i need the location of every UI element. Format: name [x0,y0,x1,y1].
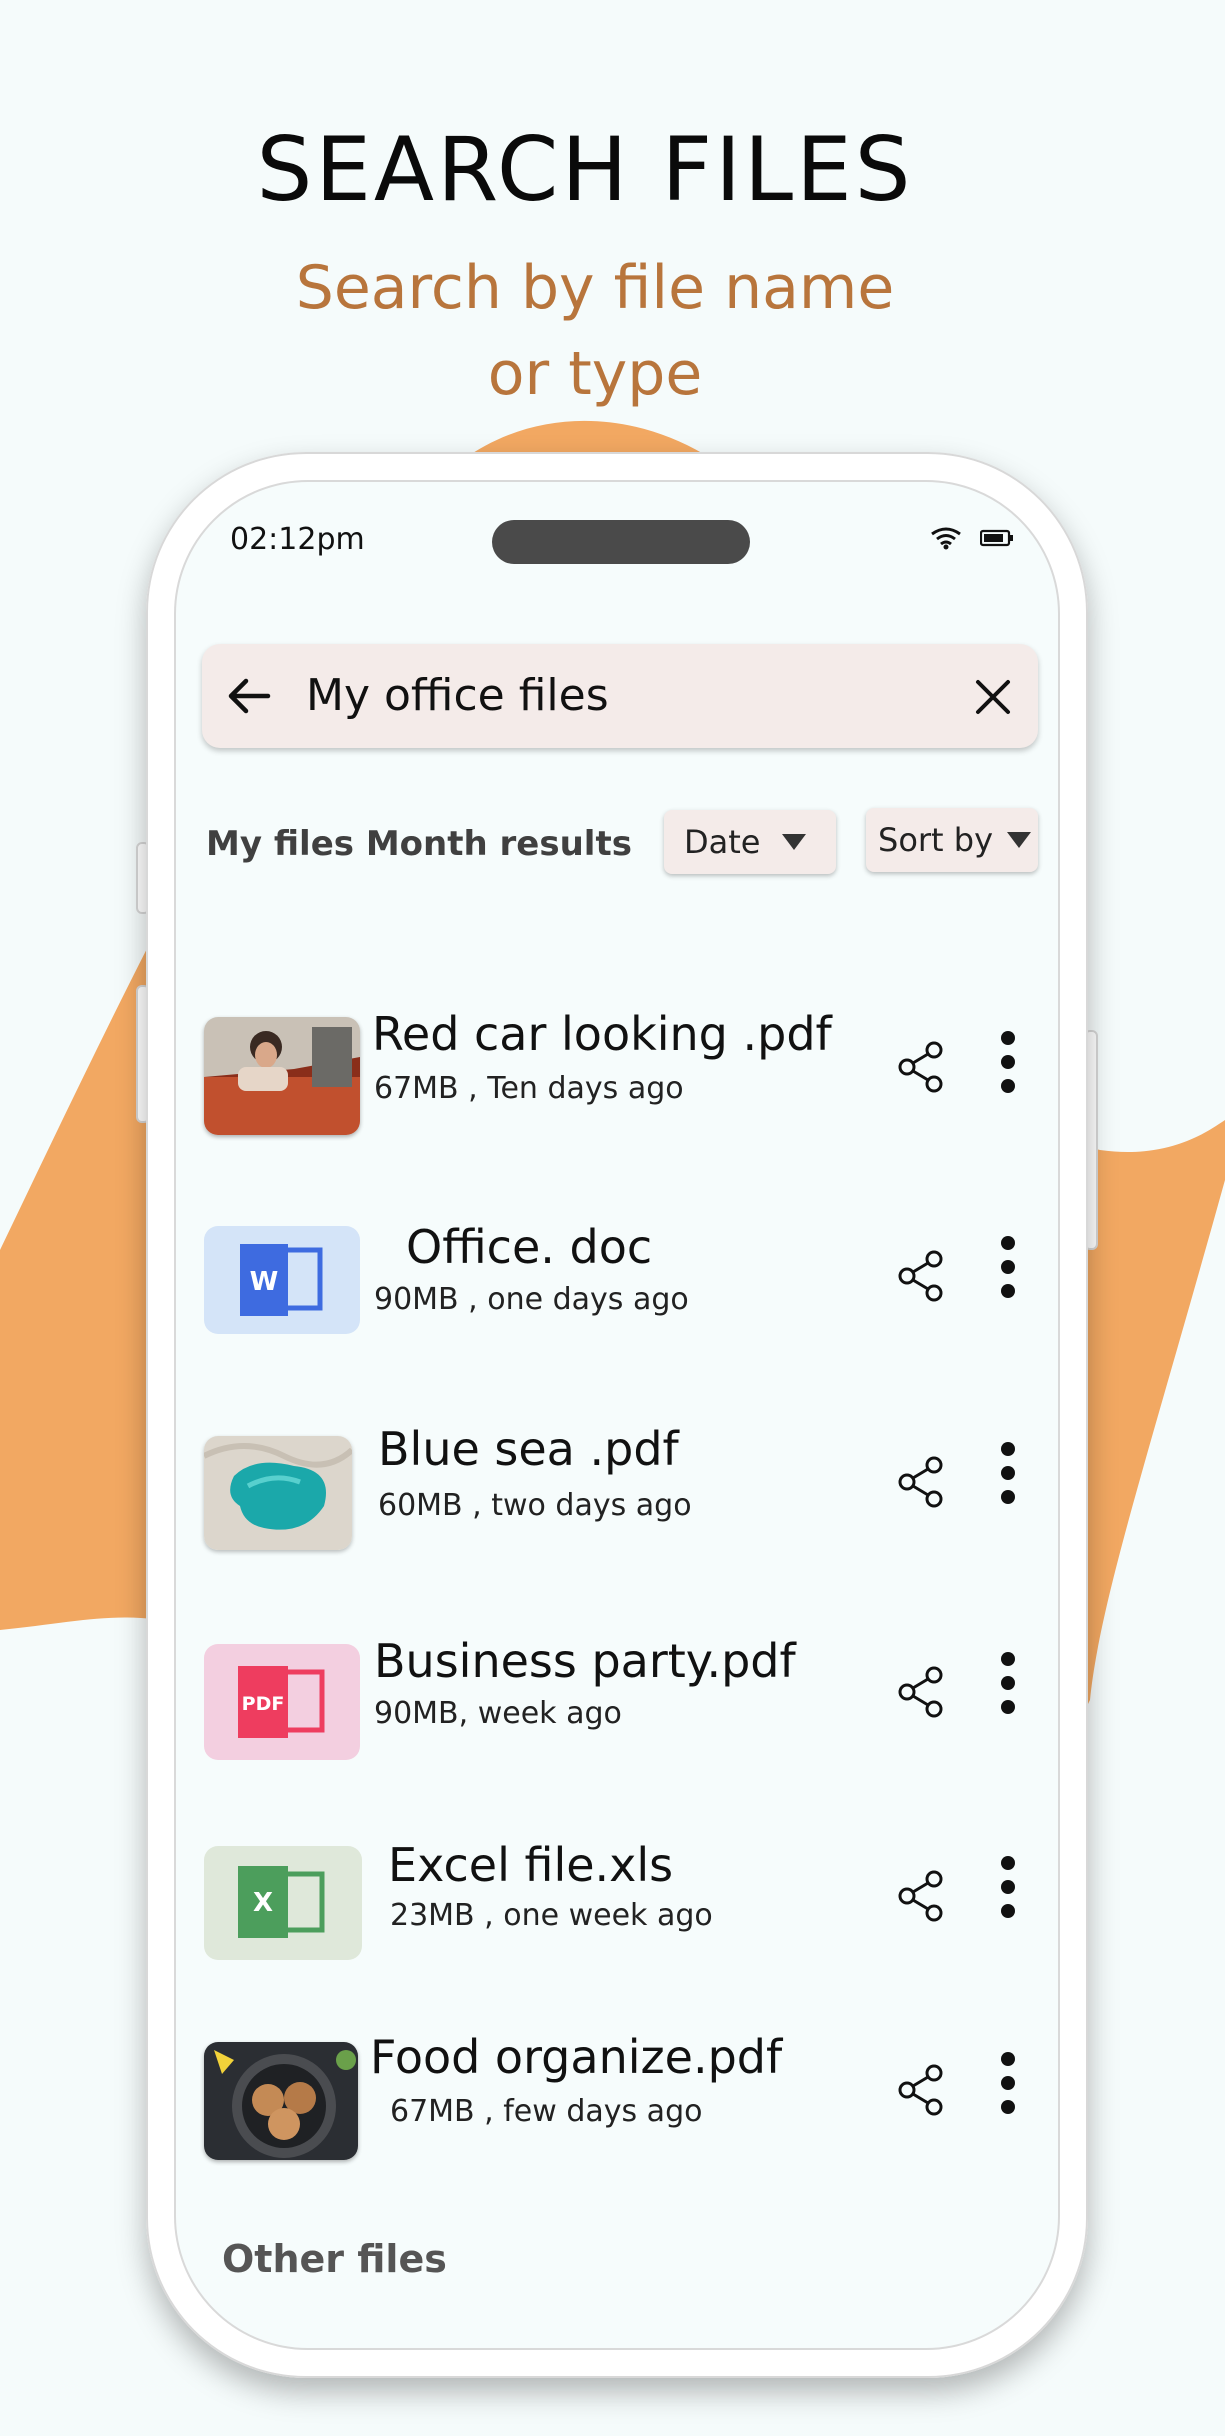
status-time: 02:12pm [230,522,365,557]
file-meta: 67MB , few days ago [390,2094,703,2129]
file-name: Food organize.pdf [370,2030,783,2084]
back-arrow-icon[interactable] [226,676,272,716]
svg-text:X: X [253,1888,273,1918]
file-list-item[interactable]: X Excel file.xls 23MB , one week ago [176,1838,1058,1976]
share-icon[interactable] [898,1666,944,1718]
file-name: Red car looking .pdf [372,1007,832,1061]
file-meta: 23MB , one week ago [390,1898,713,1933]
file-list-item[interactable]: PDF Business party.pdf 90MB, week ago [176,1634,1058,1774]
share-icon[interactable] [898,1456,944,1508]
phone-screen: 02:12pm My files Month results Date Sort… [174,480,1060,2350]
share-icon[interactable] [898,1041,944,1093]
more-options-icon[interactable] [998,1652,1018,1724]
search-bar [202,644,1038,748]
wifi-icon [931,527,961,550]
file-list-item[interactable]: W Office. doc 90MB , one days ago [176,1220,1058,1360]
file-list-item[interactable]: Food organize.pdf 67MB , few days ago [176,2030,1058,2172]
word-icon: W [204,1226,360,1334]
close-icon[interactable] [974,678,1012,716]
promo-subtitle-line1: Search by file name [295,253,895,323]
file-thumbnail-food [204,2042,358,2160]
file-thumbnail-blue-sea [204,1436,352,1550]
file-name: Blue sea .pdf [378,1422,679,1476]
file-meta: 90MB, week ago [374,1696,622,1731]
more-options-icon[interactable] [998,1236,1018,1308]
svg-text:W: W [250,1267,279,1297]
more-options-icon[interactable] [998,2052,1018,2124]
battery-icon [980,529,1013,547]
file-meta: 67MB , Ten days ago [374,1071,684,1106]
more-options-icon[interactable] [998,1856,1018,1928]
sort-by-button[interactable]: Sort by [866,808,1038,872]
share-icon[interactable] [898,1250,944,1302]
dynamic-island [492,520,750,564]
more-options-icon[interactable] [998,1031,1018,1103]
file-name: Business party.pdf [374,1634,796,1688]
svg-text:PDF: PDF [242,1693,285,1715]
share-icon[interactable] [898,2064,944,2116]
sort-by-label: Sort by [878,821,994,859]
share-icon[interactable] [898,1870,944,1922]
other-files-heading: Other files [222,2237,447,2281]
pdf-icon: PDF [204,1644,360,1760]
date-filter-label: Date [684,823,761,861]
file-list-item[interactable]: Blue sea .pdf 60MB , two days ago [176,1422,1058,1566]
promo-subtitle-line2: or type [487,339,703,409]
promo-title: SEARCH FILES [256,118,914,221]
file-thumbnail-red-car [204,1017,360,1135]
status-icons [930,526,1014,550]
promo-subtitle: Search by file name or type [0,245,1190,417]
file-meta: 60MB , two days ago [378,1488,692,1523]
results-label: My files Month results [206,824,632,864]
file-name: Office. doc [406,1220,653,1274]
caret-down-icon [782,834,807,850]
file-meta: 90MB , one days ago [374,1282,689,1317]
excel-icon: X [204,1846,362,1960]
search-input[interactable] [306,670,906,721]
file-name: Excel file.xls [388,1838,674,1892]
file-list-item[interactable]: Red car looking .pdf 67MB , Ten days ago [176,1007,1058,1147]
more-options-icon[interactable] [998,1442,1018,1514]
caret-down-icon [1007,832,1032,848]
date-filter-button[interactable]: Date [664,810,836,874]
